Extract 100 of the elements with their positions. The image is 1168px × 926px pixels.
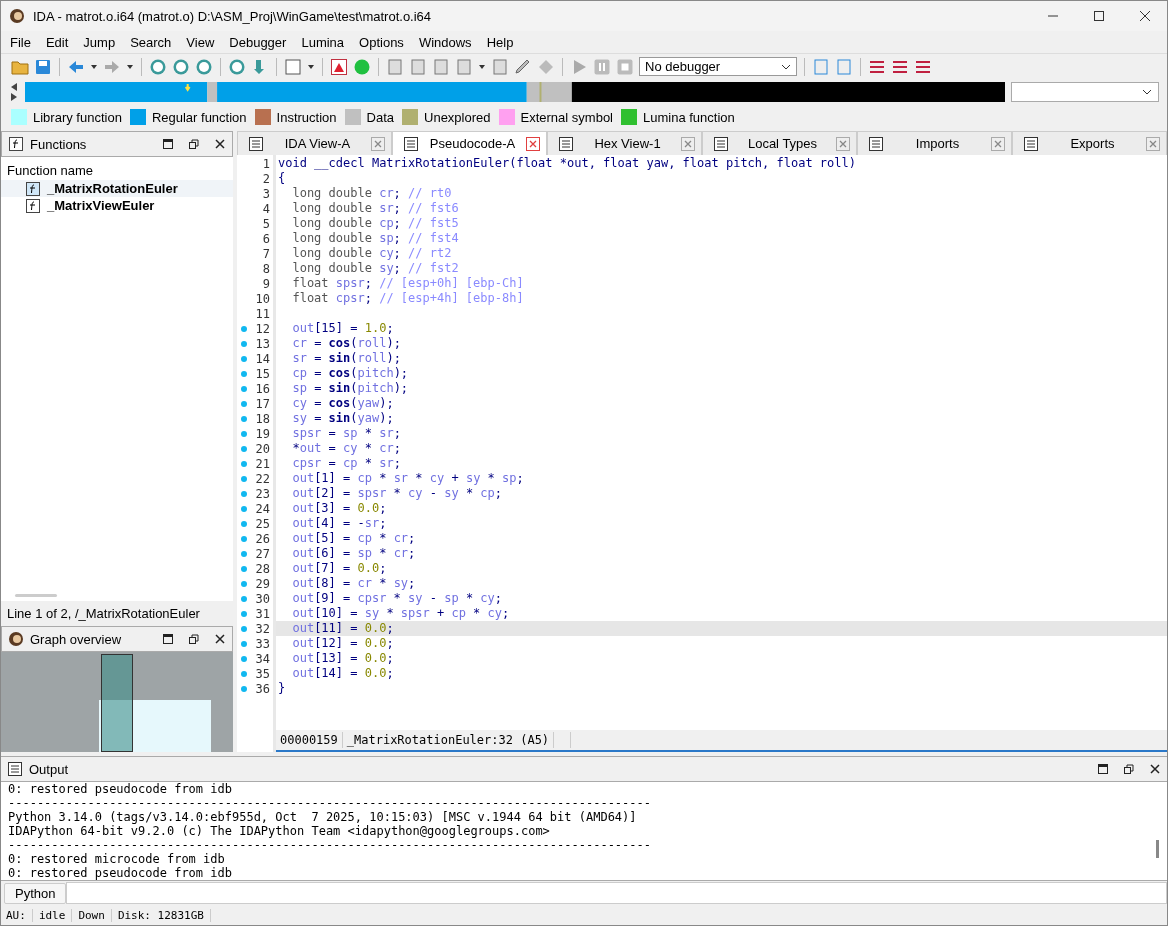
- line-number: 24: [255, 501, 270, 516]
- legend-label: Unexplored: [424, 109, 491, 125]
- line-marker-dot[interactable]: [241, 611, 247, 617]
- line-marker-dot[interactable]: [241, 356, 247, 362]
- legend-label: Regular function: [151, 109, 247, 125]
- segment-dropdown[interactable]: [1011, 82, 1159, 102]
- round-glyph-icon[interactable]: [149, 57, 167, 76]
- ball-icon[interactable]: [353, 57, 371, 76]
- window-icon: [248, 135, 264, 152]
- line-marker-dot[interactable]: [241, 686, 247, 692]
- document-icon[interactable]: [409, 57, 427, 76]
- line-number: 27: [255, 546, 270, 561]
- menu-item[interactable]: Options: [359, 34, 404, 50]
- command-input-field[interactable]: [66, 882, 1167, 904]
- document-icon[interactable]: [491, 57, 509, 76]
- line-marker-dot[interactable]: [241, 431, 247, 437]
- line-marker-dot[interactable]: [241, 596, 247, 602]
- function-list-item[interactable]: _MatrixViewEuler: [1, 197, 233, 214]
- code-line: out[15] = 1.0;: [291, 321, 395, 336]
- tab[interactable]: Local Types: [702, 131, 857, 155]
- line-marker-dot[interactable]: [241, 581, 247, 587]
- stop-icon[interactable]: [616, 57, 634, 76]
- output-line: -----------------------------------------------------------------------------------------: [8, 838, 652, 852]
- tab[interactable]: IDA View-A: [237, 131, 392, 155]
- line-marker-dot[interactable]: [241, 551, 247, 557]
- line-marker-dot[interactable]: [241, 521, 247, 527]
- line-marker-dot[interactable]: [241, 371, 247, 377]
- menu-item[interactable]: Windows: [418, 34, 472, 50]
- pause-icon[interactable]: [593, 57, 611, 76]
- close-icon[interactable]: [1149, 763, 1161, 775]
- tab[interactable]: Imports: [857, 131, 1012, 155]
- line-marker-dot[interactable]: [241, 461, 247, 467]
- menu-item[interactable]: Lumina: [301, 34, 345, 50]
- line-marker-dot[interactable]: [241, 641, 247, 647]
- save-icon[interactable]: [34, 57, 52, 76]
- line-marker-dot[interactable]: [241, 341, 247, 347]
- maximize-icon[interactable]: [1097, 763, 1109, 775]
- navigation-band-drawing[interactable]: [25, 82, 1005, 102]
- menu-item[interactable]: Search: [130, 34, 172, 50]
- line-marker-dot[interactable]: [241, 416, 247, 422]
- float-window-icon[interactable]: [188, 138, 200, 150]
- menu-item[interactable]: File: [10, 34, 31, 50]
- line-marker-dot[interactable]: [241, 326, 247, 332]
- function-list-item[interactable]: _MatrixRotationEuler: [1, 180, 233, 197]
- maximize-icon[interactable]: [1093, 10, 1105, 22]
- line-marker-dot[interactable]: [241, 671, 247, 677]
- function-icon: [25, 180, 41, 197]
- close-icon[interactable]: [214, 138, 226, 150]
- line-number: 26: [255, 531, 270, 546]
- menu-item[interactable]: Jump: [83, 34, 116, 50]
- maximize-icon[interactable]: [162, 138, 174, 150]
- code-line: sp = sin(pitch);: [291, 381, 410, 396]
- tab[interactable]: Exports: [1012, 131, 1167, 155]
- document-icon[interactable]: [432, 57, 450, 76]
- tab[interactable]: Hex View-1: [547, 131, 702, 155]
- output-line: 0: restored microcode from idb: [8, 852, 226, 866]
- diamond-icon[interactable]: [537, 57, 555, 76]
- document-icon[interactable]: [812, 57, 830, 76]
- line-marker-dot[interactable]: [241, 401, 247, 407]
- menu-item[interactable]: Debugger: [229, 34, 287, 50]
- line-marker-dot[interactable]: [241, 446, 247, 452]
- float-window-icon[interactable]: [1123, 763, 1135, 775]
- pen-icon[interactable]: [514, 57, 532, 76]
- legend-label: Data: [366, 109, 394, 125]
- scrollbar[interactable]: [1156, 840, 1159, 858]
- graph-overview-drawing[interactable]: [1, 652, 233, 752]
- tab[interactable]: Pseudocode-A: [392, 131, 547, 155]
- debugger-dropdown[interactable]: No debugger: [639, 57, 797, 76]
- line-marker-dot[interactable]: [241, 536, 247, 542]
- round-glyph-icon[interactable]: [228, 57, 246, 76]
- menu-item[interactable]: View: [186, 34, 215, 50]
- close-icon[interactable]: [1139, 10, 1151, 22]
- document-icon[interactable]: [455, 57, 473, 76]
- portrait-icon: [8, 631, 24, 647]
- nav-arrows-icon[interactable]: [9, 81, 19, 103]
- close-icon[interactable]: [214, 633, 226, 645]
- menu-item[interactable]: Help: [486, 34, 514, 50]
- maximize-icon[interactable]: [162, 633, 174, 645]
- line-marker-dot[interactable]: [241, 386, 247, 392]
- line-marker-dot[interactable]: [241, 476, 247, 482]
- line-marker-dot[interactable]: [241, 626, 247, 632]
- status-text: idle: [36, 908, 73, 922]
- code-line: cr = cos(roll);: [291, 336, 402, 351]
- float-window-icon[interactable]: [188, 633, 200, 645]
- round-glyph-icon[interactable]: [172, 57, 190, 76]
- line-marker-dot[interactable]: [241, 656, 247, 662]
- round-glyph-icon[interactable]: [195, 57, 213, 76]
- line-marker-dot[interactable]: [241, 566, 247, 572]
- scrollbar[interactable]: [15, 594, 57, 597]
- menu-item[interactable]: Edit: [45, 34, 69, 50]
- document-icon[interactable]: [386, 57, 404, 76]
- status-text: Line 1 of 2, /_MatrixRotationEuler: [6, 605, 201, 623]
- code-line: long double sr; // fst6: [291, 201, 460, 216]
- line-number: 22: [255, 471, 270, 486]
- python-button[interactable]: Python: [4, 882, 67, 904]
- line-marker-dot[interactable]: [241, 506, 247, 512]
- line-number: 2: [262, 171, 270, 186]
- line-marker-dot[interactable]: [241, 491, 247, 497]
- code-line: cpsr = cp * sr;: [291, 456, 402, 471]
- document-icon[interactable]: [835, 57, 853, 76]
